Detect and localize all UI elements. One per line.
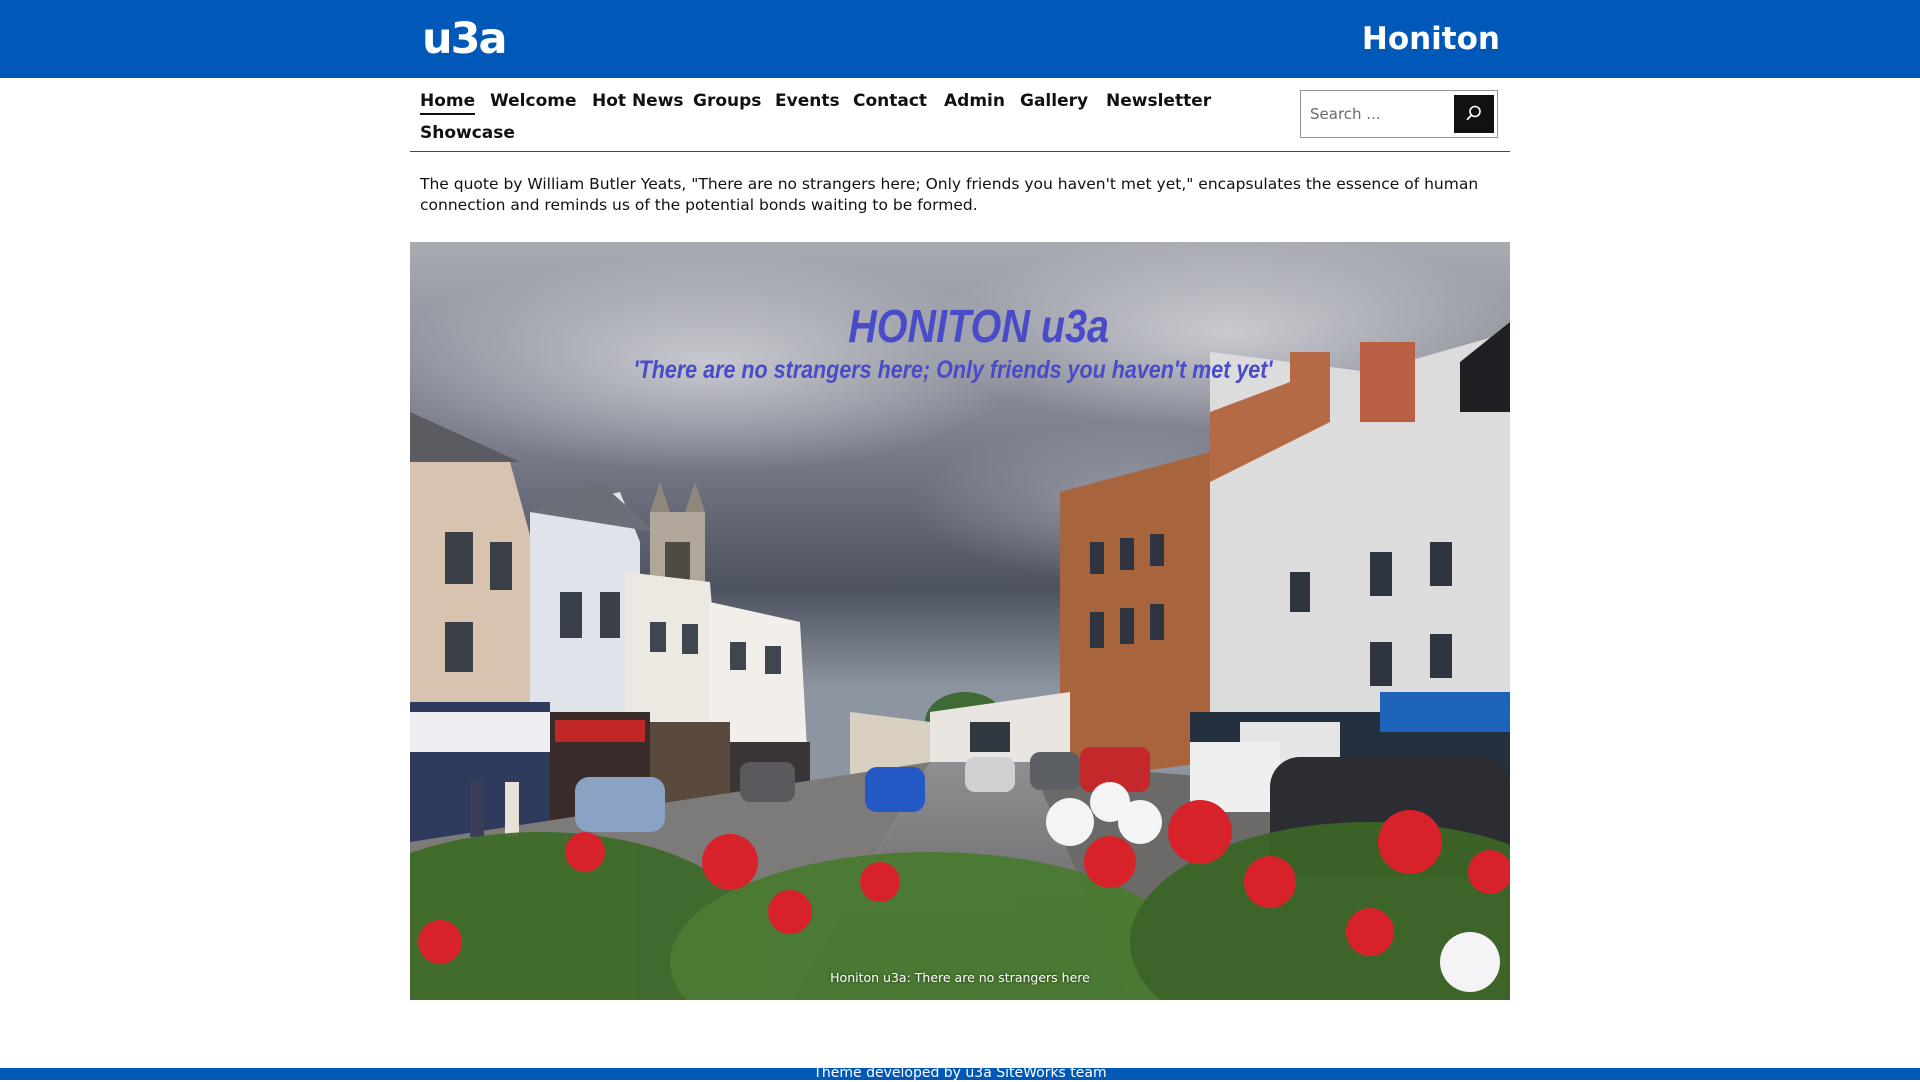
banner-heading: HONITON u3a xyxy=(848,300,1110,352)
nav-item-hot-news[interactable]: Hot News xyxy=(592,89,684,113)
nav-item-groups[interactable]: Groups xyxy=(693,89,761,113)
banner-quote: 'There are no strangers here; Only frien… xyxy=(633,356,1273,384)
site-footer: Theme developed by u3a SiteWorks team xyxy=(0,1065,1920,1081)
search-form xyxy=(1300,90,1498,138)
intro-paragraph: The quote by William Butler Yeats, "Ther… xyxy=(420,175,1479,214)
banner-image: HONITON u3a 'There are no strangers here… xyxy=(410,242,1510,1000)
nav-item-admin[interactable]: Admin xyxy=(944,89,1005,113)
footer-credit-link[interactable]: Theme developed by u3a SiteWorks team xyxy=(0,1064,1920,1082)
site-title[interactable]: Honiton xyxy=(1362,18,1500,60)
nav-item-gallery[interactable]: Gallery xyxy=(1020,89,1088,113)
search-icon xyxy=(1465,104,1483,125)
nav-item-events[interactable]: Events xyxy=(775,89,840,113)
nav-item-welcome[interactable]: Welcome xyxy=(490,89,577,113)
nav-item-contact[interactable]: Contact xyxy=(853,89,927,113)
banner-caption: Honiton u3a: There are no strangers here xyxy=(830,970,1090,985)
nav-item-home[interactable]: Home xyxy=(420,89,476,115)
nav-item-newsletter[interactable]: Newsletter xyxy=(1106,89,1211,113)
site-header: u3a Honiton xyxy=(0,0,1920,78)
u3a-logo[interactable]: u3a xyxy=(422,14,508,64)
search-button[interactable] xyxy=(1454,95,1494,133)
search-input[interactable] xyxy=(1304,95,1454,133)
nav-item-showcase[interactable]: Showcase xyxy=(420,121,515,145)
